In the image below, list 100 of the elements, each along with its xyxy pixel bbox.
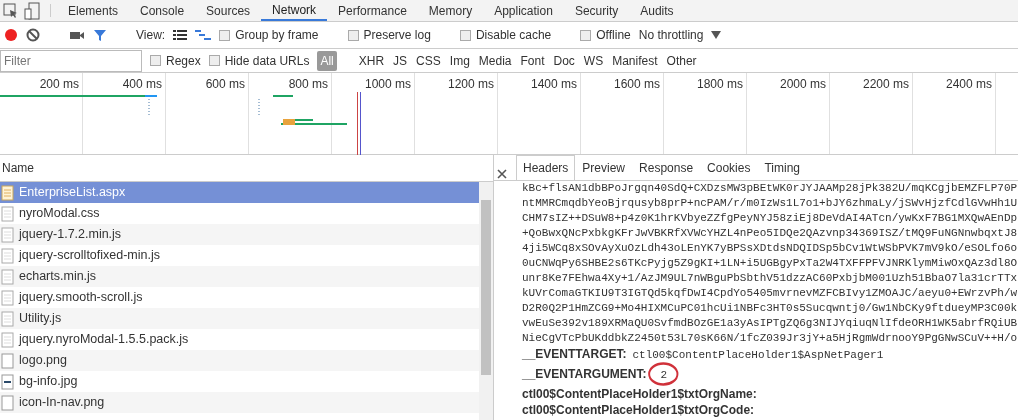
checkbox-label: Regex xyxy=(166,52,201,70)
filter-icon[interactable] xyxy=(93,28,107,42)
tick-label: 1600 ms xyxy=(613,76,660,93)
request-row[interactable]: icon-In-nav.png xyxy=(0,392,479,413)
tick-label: 2200 ms xyxy=(862,76,909,93)
panel-tab[interactable]: Application xyxy=(483,0,564,21)
type-filter[interactable]: JS xyxy=(390,50,411,71)
panel-tab[interactable]: Console xyxy=(129,0,196,21)
file-name: echarts.min.js xyxy=(19,268,97,286)
request-row[interactable]: jquery.smooth-scroll.js xyxy=(0,287,479,308)
form-data-value: unr8Ke7FEhwa4Xy+1/AzJM9UL7nWBguPbSbthV51dzzAC60PxbjbM001Uzh51BbaO7la31crTTx xyxy=(522,271,1018,286)
checkbox-label: Disable cache xyxy=(475,27,552,44)
file-icon xyxy=(1,184,14,201)
form-data-value: 0uCNWqPy6SHBE2s6TKcPyjg5Z9gKI+1LN+i5UGBgyPxTa2W4TXFFPFVJNRKlymMiwOxQAz3dl8O xyxy=(522,256,1018,271)
request-row[interactable]: jquery-scrolltofixed-min.js xyxy=(0,245,479,266)
load-marker-icon xyxy=(360,92,362,155)
type-filter[interactable]: WS xyxy=(580,50,607,71)
form-data-key: ctl00$ContentPlaceHolder1$txtOrgName: xyxy=(522,387,757,401)
record-icon[interactable] xyxy=(4,28,18,42)
request-row[interactable]: jquery.nyroModal-1.5.5.pack.js xyxy=(0,329,479,350)
checkbox[interactable] xyxy=(208,55,220,66)
panel-tab[interactable]: Security xyxy=(563,0,630,21)
file-icon xyxy=(1,352,14,369)
tick-label: 2400 ms xyxy=(945,76,992,93)
throttling-label[interactable]: No throttling xyxy=(638,26,704,44)
file-name: Utility.js xyxy=(19,310,62,328)
panel-tab[interactable]: Sources xyxy=(195,0,262,21)
scrollbar-thumb[interactable] xyxy=(481,200,491,375)
form-data-value: CHM7sIZ++DSuW8+p4z0K1hrKVbyeZZfgPeyNYJ58ziEj8DeVdAI4ATcn/ywKxF7BG1MXQwAEnDp xyxy=(522,211,1018,226)
form-data-key: __EVENTTARGET: xyxy=(522,347,627,361)
form-data-value: NieCgVTcPbUKddbkZ2450t53L70sK66N/1fcZ039Jr3jY+a5HjRgmWdrnooY9PgGNwSCuV++H/o xyxy=(522,331,1018,346)
checkbox[interactable] xyxy=(580,29,592,41)
checkbox[interactable] xyxy=(150,55,161,66)
file-icon xyxy=(1,310,14,327)
tick-label: 2000 ms xyxy=(779,76,826,93)
details-tab[interactable]: Headers xyxy=(516,155,576,180)
details-tab[interactable]: Timing xyxy=(757,155,807,180)
tick-label: 200 ms xyxy=(39,76,79,93)
checkbox[interactable] xyxy=(347,29,359,41)
type-filter[interactable]: Doc xyxy=(550,50,578,71)
tick-label: 600 ms xyxy=(205,76,245,93)
tick-label: 1800 ms xyxy=(696,76,743,93)
panel-tab[interactable]: Memory xyxy=(417,0,484,21)
checkbox-label: Preserve log xyxy=(363,27,431,44)
file-name: bg-info.jpg xyxy=(19,373,78,391)
request-row[interactable]: logo.png xyxy=(0,350,479,371)
file-icon xyxy=(1,289,14,306)
details-tab[interactable]: Preview xyxy=(575,155,633,180)
form-data-value: ctl00$ContentPlaceHolder1$AspNetPager1 xyxy=(632,349,884,361)
checkbox-label: Offline xyxy=(596,27,631,44)
dropdown-caret-icon[interactable] xyxy=(711,31,722,39)
form-data-value: D2R0Q2P1HmZCG9+Mo4HIXMCuPC01hcUi1NBFc3HT0s5Sucqwntj0/Gw1NbCKy9ftdueyMP3C00k xyxy=(522,301,1018,316)
waterfall-icon[interactable] xyxy=(195,29,212,41)
type-filter[interactable]: CSS xyxy=(413,50,444,71)
type-filter[interactable]: Font xyxy=(517,50,548,71)
file-name: jquery-1.7.2.min.js xyxy=(19,226,122,244)
tick-label: 1000 ms xyxy=(364,76,411,93)
panel-tab[interactable]: Audits xyxy=(629,0,685,21)
column-header[interactable]: Name xyxy=(2,159,34,177)
tick-label: 1400 ms xyxy=(530,76,577,93)
tick-label: 1200 ms xyxy=(447,76,494,93)
checkbox[interactable] xyxy=(459,29,471,41)
type-filter[interactable]: Media xyxy=(475,50,515,71)
request-row[interactable]: Utility.js xyxy=(0,308,479,329)
video-camera-icon[interactable] xyxy=(69,29,85,41)
form-data-value: ntMMRCmqdbYeoBjrqusyb8prP+ncPAM/r/m0IzWs1L7o1+bJY6zhmaLy/jSWvHjzfCdlGVwHh1U xyxy=(522,196,1018,211)
type-filter[interactable]: Manifest xyxy=(609,50,661,71)
file-name: icon-In-nav.png xyxy=(19,394,105,412)
file-icon xyxy=(1,331,14,348)
type-filter[interactable]: XHR xyxy=(355,50,388,71)
file-name: jquery-scrolltofixed-min.js xyxy=(19,247,160,265)
file-icon xyxy=(1,394,14,411)
form-data-key: __EVENTARGUMENT: xyxy=(522,367,647,381)
file-name: logo.png xyxy=(19,352,67,370)
request-row[interactable]: jquery-1.7.2.min.js xyxy=(0,224,479,245)
file-name: jquery.smooth-scroll.js xyxy=(19,289,143,307)
form-data-key: ctl00$ContentPlaceHolder1$txtOrgCode: xyxy=(522,403,755,417)
panel-tab[interactable]: Performance xyxy=(327,0,418,21)
details-tab[interactable]: Cookies xyxy=(700,155,758,180)
type-filter[interactable]: Other xyxy=(663,50,700,71)
scrollbar[interactable] xyxy=(479,182,493,420)
file-name: nyroModal.css xyxy=(19,205,100,223)
panel-tab[interactable]: Elements xyxy=(57,0,130,21)
request-row[interactable]: echarts.min.js xyxy=(0,266,479,287)
filter-field[interactable]: Filter xyxy=(0,49,142,72)
file-icon xyxy=(1,268,14,285)
form-data-value: kBc+flsAN1dbBPoJrgqn40SdQ+CXDzsMW3pBEtWK0rJYJAAMp28jPk382U/mqKCgjbEMZFLP70P xyxy=(522,181,1018,196)
details-tab[interactable]: Response xyxy=(632,155,701,180)
type-filter[interactable]: Img xyxy=(446,50,473,71)
clear-icon[interactable] xyxy=(26,28,40,42)
file-name: jquery.nyroModal-1.5.5.pack.js xyxy=(19,331,189,349)
tick-label: 400 ms xyxy=(122,76,162,93)
request-row[interactable]: nyroModal.css xyxy=(0,203,479,224)
checkbox-label: Hide data URLs xyxy=(224,52,310,70)
list-view-icon[interactable] xyxy=(173,29,188,41)
close-icon[interactable] xyxy=(496,168,508,180)
panel-tab[interactable]: Network xyxy=(261,0,328,21)
checkbox[interactable] xyxy=(219,29,231,41)
file-icon xyxy=(1,373,14,390)
request-row[interactable]: bg-info.jpg xyxy=(0,371,479,392)
